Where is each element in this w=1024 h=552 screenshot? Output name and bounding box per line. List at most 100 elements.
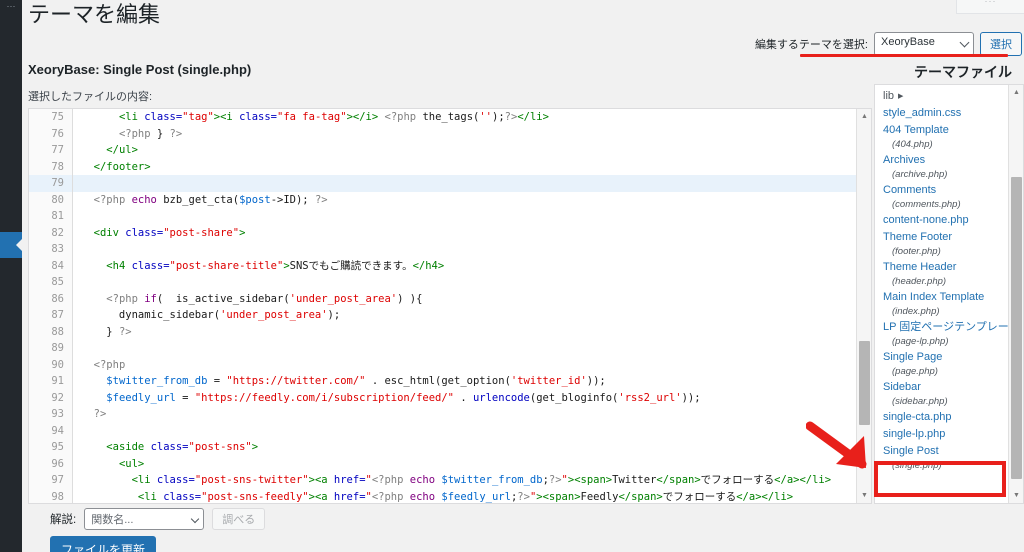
code-editor-lines[interactable]: 75 <li class="tag"><i class="fa fa-tag">… (29, 109, 857, 503)
chevron-down-icon (960, 38, 970, 48)
code-line[interactable]: 80 <?php echo bzb_get_cta($post->ID); ?> (29, 192, 857, 209)
code-line[interactable]: 82 <div class="post-share"> (29, 225, 857, 242)
code-line[interactable]: 88 } ?> (29, 324, 857, 341)
code-token: "fa fa-tag" (277, 111, 347, 123)
code-token (81, 474, 132, 486)
theme-select-dropdown[interactable]: XeoryBase (874, 32, 974, 56)
code-line[interactable]: 97 <li class="post-sns-twitter"><a href=… (29, 472, 857, 489)
code-token: <a (315, 491, 334, 503)
theme-file-item[interactable]: lib▶ (883, 89, 1010, 104)
theme-file-item[interactable]: Theme Footer(footer.php) (883, 230, 1010, 258)
lookup-button[interactable]: 調べる (212, 508, 265, 530)
theme-file-item[interactable]: LP 固定ページテンプレート(page-lp.php) (883, 320, 1010, 348)
code-token: ); (328, 309, 341, 321)
theme-file-item[interactable]: Single Page(page.php) (883, 350, 1010, 378)
theme-file-item[interactable]: style_admin.css (883, 106, 1010, 121)
line-number: 84 (29, 258, 73, 275)
scroll-up-arrow-icon[interactable]: ▲ (857, 109, 872, 124)
theme-file-item-selected[interactable]: Single Post(single.php) (883, 444, 1010, 472)
code-line[interactable]: 85 (29, 274, 857, 291)
code-line[interactable]: 87 dynamic_sidebar('under_post_area'); (29, 307, 857, 324)
files-scrollbar-thumb[interactable] (1011, 177, 1022, 479)
code-line[interactable]: 93 ?> (29, 406, 857, 423)
code-token: ); (492, 111, 505, 123)
code-token: <li (132, 474, 157, 486)
code-line[interactable]: 94 (29, 423, 857, 440)
code-line-content: dynamic_sidebar('under_post_area'); (73, 307, 340, 324)
code-line[interactable]: 78 </footer> (29, 159, 857, 176)
theme-file-item[interactable]: 404 Template(404.php) (883, 123, 1010, 151)
code-line[interactable]: 83 (29, 241, 857, 258)
function-name-dropdown[interactable]: 関数名... (84, 508, 204, 530)
line-number: 88 (29, 324, 73, 341)
code-line[interactable]: 90 <?php (29, 357, 857, 374)
code-token: <?php (372, 474, 410, 486)
select-theme-button[interactable]: 選択 (980, 32, 1022, 56)
code-token (81, 441, 106, 453)
theme-file-filename: (header.php) (883, 275, 1010, 288)
code-token (81, 293, 106, 305)
code-token: $feedly_url (441, 491, 511, 503)
code-line[interactable]: 79 (29, 175, 857, 192)
update-file-button[interactable]: ファイルを更新 (50, 536, 156, 552)
code-token: <div (94, 227, 126, 239)
code-line[interactable]: 77 </ul> (29, 142, 857, 159)
code-token: > (252, 441, 258, 453)
theme-file-item[interactable]: single-lp.php (883, 427, 1010, 442)
theme-file-filename: (comments.php) (883, 198, 1010, 211)
theme-file-item[interactable]: Archives(archive.php) (883, 153, 1010, 181)
code-token: echo (132, 194, 157, 206)
code-line[interactable]: 91 $twitter_from_db = "https://twitter.c… (29, 373, 857, 390)
folder-expand-icon[interactable]: ▶ (898, 89, 903, 104)
code-line[interactable]: 75 <li class="tag"><i class="fa fa-tag">… (29, 109, 857, 126)
scroll-down-arrow-icon[interactable]: ▼ (857, 488, 872, 503)
code-token: class= (157, 474, 195, 486)
code-line[interactable]: 86 <?php if( is_active_sidebar('under_po… (29, 291, 857, 308)
theme-file-item[interactable]: Comments(comments.php) (883, 183, 1010, 211)
files-scroll-up-arrow-icon[interactable]: ▲ (1009, 85, 1024, 100)
theme-file-filename: (footer.php) (883, 245, 1010, 258)
theme-file-item[interactable]: Main Index Template(index.php) (883, 290, 1010, 318)
code-token: <li (138, 491, 163, 503)
theme-file-item[interactable]: Sidebar(sidebar.php) (883, 380, 1010, 408)
code-line[interactable]: 98 <li class="post-sns-feedly"><a href="… (29, 489, 857, 504)
code-token: "tag" (182, 111, 214, 123)
line-number: 96 (29, 456, 73, 473)
theme-file-label: style_admin.css (883, 106, 1010, 121)
code-line[interactable]: 81 (29, 208, 857, 225)
line-number: 93 (29, 406, 73, 423)
code-token: dynamic_sidebar( (81, 309, 220, 321)
code-token: ->ID); (271, 194, 315, 206)
code-token: $twitter_from_db (106, 375, 207, 387)
theme-file-item[interactable]: content-none.php (883, 213, 1010, 228)
code-token: . (454, 392, 473, 404)
code-line[interactable]: 84 <h4 class="post-share-title">SNSでもご購読… (29, 258, 857, 275)
files-scroll-down-arrow-icon[interactable]: ▼ (1009, 488, 1024, 503)
code-line[interactable]: 76 <?php } ?> (29, 126, 857, 143)
code-line-content: <li class="post-sns-twitter"><a href="<?… (73, 472, 831, 489)
code-line-content: } ?> (73, 324, 132, 341)
code-token: $post (239, 194, 271, 206)
code-token: </footer> (94, 161, 151, 173)
code-line[interactable]: 96 <ul> (29, 456, 857, 473)
code-token: <span> (574, 474, 612, 486)
theme-file-label: content-none.php (883, 213, 1010, 228)
files-scrollbar[interactable]: ▲ ▼ (1008, 85, 1023, 503)
theme-selector: 編集するテーマを選択: XeoryBase 選択 (755, 32, 1022, 56)
code-token: ) ){ (397, 293, 422, 305)
theme-file-filename: (page.php) (883, 365, 1010, 378)
editor-scrollbar[interactable]: ▲ ▼ (856, 109, 871, 503)
line-number: 87 (29, 307, 73, 324)
sidebar-item-active-appearance[interactable] (0, 232, 22, 258)
code-line[interactable]: 92 $feedly_url = "https://feedly.com/i/s… (29, 390, 857, 407)
line-number: 97 (29, 472, 73, 489)
code-line[interactable]: 89 (29, 340, 857, 357)
editor-scrollbar-thumb[interactable] (859, 341, 870, 425)
theme-file-item[interactable]: Theme Header(header.php) (883, 260, 1010, 288)
code-editor[interactable]: 75 <li class="tag"><i class="fa fa-tag">… (28, 108, 872, 504)
theme-files-list[interactable]: lib▶ style_admin.css 404 Template(404.php)… (875, 85, 1010, 503)
code-line[interactable]: 95 <aside class="post-sns"> (29, 439, 857, 456)
theme-file-item[interactable]: single-cta.php (883, 410, 1010, 425)
code-token: class= (151, 441, 189, 453)
code-line-content: </footer> (73, 159, 151, 176)
